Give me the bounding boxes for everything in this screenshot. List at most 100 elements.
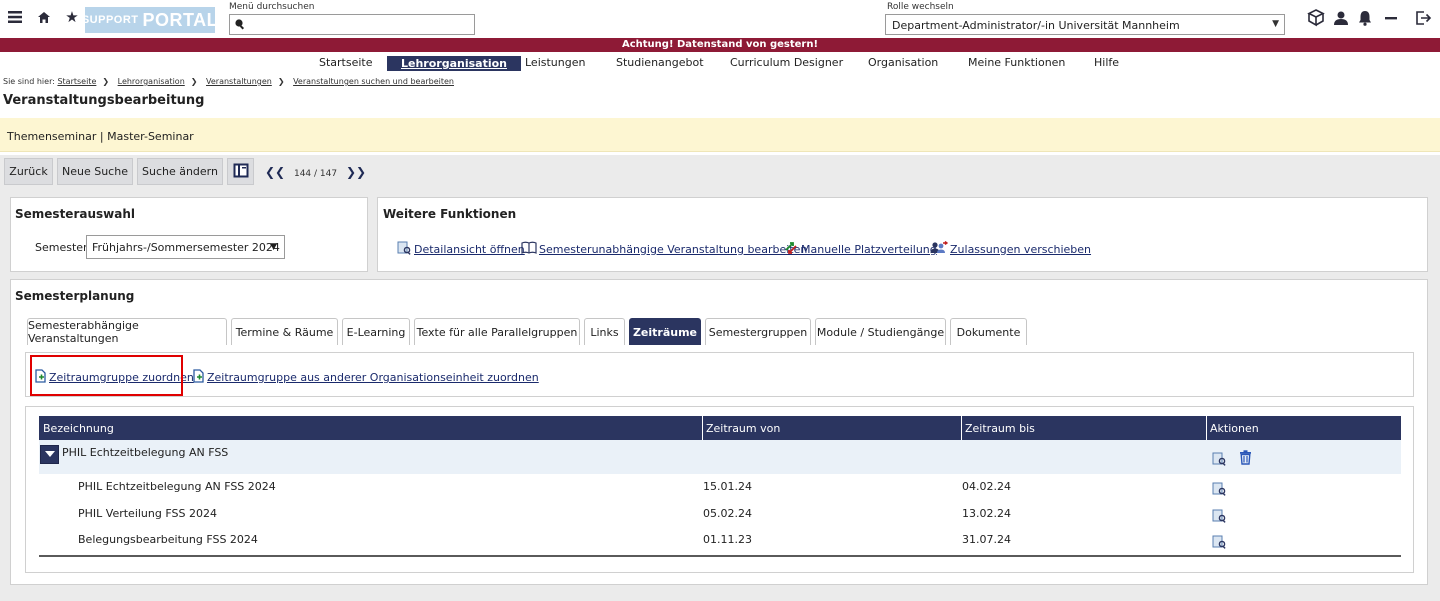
users-move-icon	[930, 240, 949, 257]
details-icon[interactable]	[1212, 482, 1227, 499]
move-admissions-link[interactable]: Zulassungen verschieben	[930, 240, 1092, 257]
group-name: PHIL Echtzeitbelegung AN FSS	[62, 446, 229, 459]
logo-text-large: PORTAL	[142, 9, 219, 30]
table-group-row	[39, 440, 1401, 474]
nav-item-hilfe[interactable]: Hilfe	[1094, 56, 1119, 69]
role-select[interactable]: Department-Administrator/-in Universität…	[885, 14, 1285, 35]
breadcrumb-lehrorganisation[interactable]: Lehrorganisation	[118, 77, 185, 86]
search-icon	[234, 18, 246, 33]
book-icon	[521, 241, 537, 257]
user-icon[interactable]	[1332, 9, 1350, 27]
semester-select-value: Frühjahrs-/Sommersemester 2024	[92, 241, 280, 254]
breadcrumb: Sie sind hier: Startseite ❯ Lehrorganisat…	[3, 77, 454, 86]
bell-icon[interactable]	[1356, 9, 1374, 27]
table-row-to: 31.07.24	[962, 533, 1011, 546]
semester-independent-link[interactable]: Semesterunabhängige Veranstaltung bearbe…	[521, 241, 807, 257]
breadcrumb-veranstaltungen[interactable]: Veranstaltungen	[206, 77, 272, 86]
role-switch-label: Rolle wechseln	[887, 2, 954, 12]
column-divider	[702, 416, 703, 440]
tab-semestergruppen[interactable]: Semestergruppen	[705, 318, 811, 345]
page-title: Veranstaltungsbearbeitung	[3, 93, 205, 108]
semester-selection-title: Semesterauswahl	[15, 207, 135, 221]
table-row-name: Belegungsbearbeitung FSS 2024	[78, 533, 258, 546]
detail-view-link-label: Detailansicht öffnen	[414, 243, 525, 256]
breadcrumb-startseite[interactable]: Startseite	[57, 77, 96, 86]
logout-icon[interactable]	[1413, 8, 1433, 28]
manual-allocation-link[interactable]: Manuelle Platzverteilung	[783, 241, 937, 258]
menu-search-input[interactable]	[229, 14, 475, 35]
nav-item-meine-funktionen[interactable]: Meine Funktionen	[968, 56, 1065, 69]
collapse-toggle[interactable]	[40, 445, 59, 464]
table-row-to: 04.02.24	[962, 480, 1011, 493]
further-functions-title: Weitere Funktionen	[383, 207, 517, 221]
minimize-icon[interactable]	[1382, 9, 1400, 27]
nav-item-curriculum-designer[interactable]: Curriculum Designer	[730, 56, 843, 69]
menu-search-label: Menü durchsuchen	[229, 2, 315, 12]
tab-module-studiengaenge[interactable]: Module / Studiengänge	[815, 318, 946, 345]
chevron-right-icon: ❯	[277, 77, 285, 86]
action-button-row: Zurück Neue Suche Suche ändern ❮❮ 144 / …	[0, 155, 1440, 189]
tab-e-learning[interactable]: E-Learning	[342, 318, 410, 345]
details-icon[interactable]	[1212, 509, 1227, 526]
table-row-name: PHIL Verteilung FSS 2024	[78, 507, 217, 520]
logo-text-small: Support	[81, 14, 139, 26]
tab-links[interactable]: Links	[584, 318, 625, 345]
notebook-icon	[233, 163, 249, 181]
back-button[interactable]: Zurück	[4, 158, 53, 185]
breadcrumb-veranstaltungen-suchen[interactable]: Veranstaltungen suchen und bearbeiten	[293, 77, 454, 86]
table-row-to: 13.02.24	[962, 507, 1011, 520]
column-zeitraum-bis[interactable]: Zeitraum bis	[965, 422, 1035, 435]
column-zeitraum-von[interactable]: Zeitraum von	[706, 422, 780, 435]
pager-position: 144 / 147	[293, 169, 338, 179]
data-warning-banner: Achtung! Datenstand von gestern!	[0, 38, 1440, 52]
delete-icon[interactable]	[1239, 450, 1252, 468]
tab-semesterabhaengige-veranstaltungen[interactable]: Semesterabhängige Veranstaltungen	[27, 318, 227, 345]
support-portal-logo[interactable]: Support PORTAL	[81, 7, 218, 33]
nav-item-leistungen[interactable]: Leistungen	[525, 56, 585, 69]
previous-record-icon[interactable]: ❮❮	[265, 165, 285, 179]
tab-termine-raeume[interactable]: Termine & Räume	[231, 318, 338, 345]
chevron-down-icon: ▼	[270, 242, 277, 252]
semester-select[interactable]: Frühjahrs-/Sommersemester 2024 ▼	[86, 235, 285, 259]
chevron-down-icon: ▼	[1272, 19, 1279, 29]
nav-item-startseite[interactable]: Startseite	[319, 56, 373, 69]
table-row-from: 05.02.24	[703, 507, 752, 520]
tab-zeitraeume[interactable]: Zeiträume	[629, 318, 701, 345]
nav-item-studienangebot[interactable]: Studienangebot	[616, 56, 704, 69]
details-icon[interactable]	[1212, 452, 1227, 469]
column-aktionen: Aktionen	[1210, 422, 1259, 435]
home-icon[interactable]	[36, 9, 52, 25]
nav-item-lehrorganisation[interactable]: Lehrorganisation	[387, 56, 521, 71]
record-pager: ❮❮ 144 / 147 ❯❯	[265, 165, 366, 179]
semester-planning-title: Semesterplanung	[15, 289, 135, 303]
bookmark-button[interactable]	[227, 158, 254, 185]
hamburger-menu-icon[interactable]	[6, 8, 24, 26]
assign-period-group-other-unit-link[interactable]: Zeitraumgruppe aus anderer Organisations…	[193, 369, 539, 386]
swap-arrows-icon	[783, 241, 799, 258]
chevron-right-icon: ❯	[102, 77, 110, 86]
star-icon[interactable]: ★	[64, 8, 80, 26]
breadcrumb-prefix: Sie sind hier:	[3, 77, 55, 86]
next-record-icon[interactable]: ❯❯	[346, 165, 366, 179]
details-icon[interactable]	[1212, 535, 1227, 552]
course-info-bar: Themenseminar | Master-Seminar	[0, 118, 1440, 152]
caret-down-icon	[44, 448, 55, 461]
main-navigation: Startseite Lehrorganisation Leistungen S…	[0, 54, 1440, 74]
move-admissions-link-label: Zulassungen verschieben	[950, 242, 1092, 256]
detail-view-icon	[397, 241, 412, 258]
assign-period-group-other-unit-label: Zeitraumgruppe aus anderer Organisations…	[207, 371, 539, 384]
course-info-text: Themenseminar | Master-Seminar	[7, 130, 194, 143]
top-bar: ★ Support PORTAL Menü durchsuchen Rolle …	[0, 0, 1440, 38]
nav-item-organisation[interactable]: Organisation	[868, 56, 938, 69]
semester-label: Semester	[35, 241, 88, 254]
detail-view-link[interactable]: Detailansicht öffnen	[397, 241, 525, 258]
new-search-button[interactable]: Neue Suche	[57, 158, 133, 185]
tab-texte-parallelgruppen[interactable]: Texte für alle Parallelgruppen	[414, 318, 580, 345]
column-bezeichnung[interactable]: Bezeichnung	[43, 422, 114, 435]
tab-dokumente[interactable]: Dokumente	[950, 318, 1027, 345]
manual-allocation-link-label: Manuelle Platzverteilung	[801, 243, 937, 256]
sitemap-icon[interactable]	[1306, 8, 1326, 28]
table-row-from: 15.01.24	[703, 480, 752, 493]
table-bottom-border	[39, 555, 1401, 557]
change-search-button[interactable]: Suche ändern	[137, 158, 223, 185]
